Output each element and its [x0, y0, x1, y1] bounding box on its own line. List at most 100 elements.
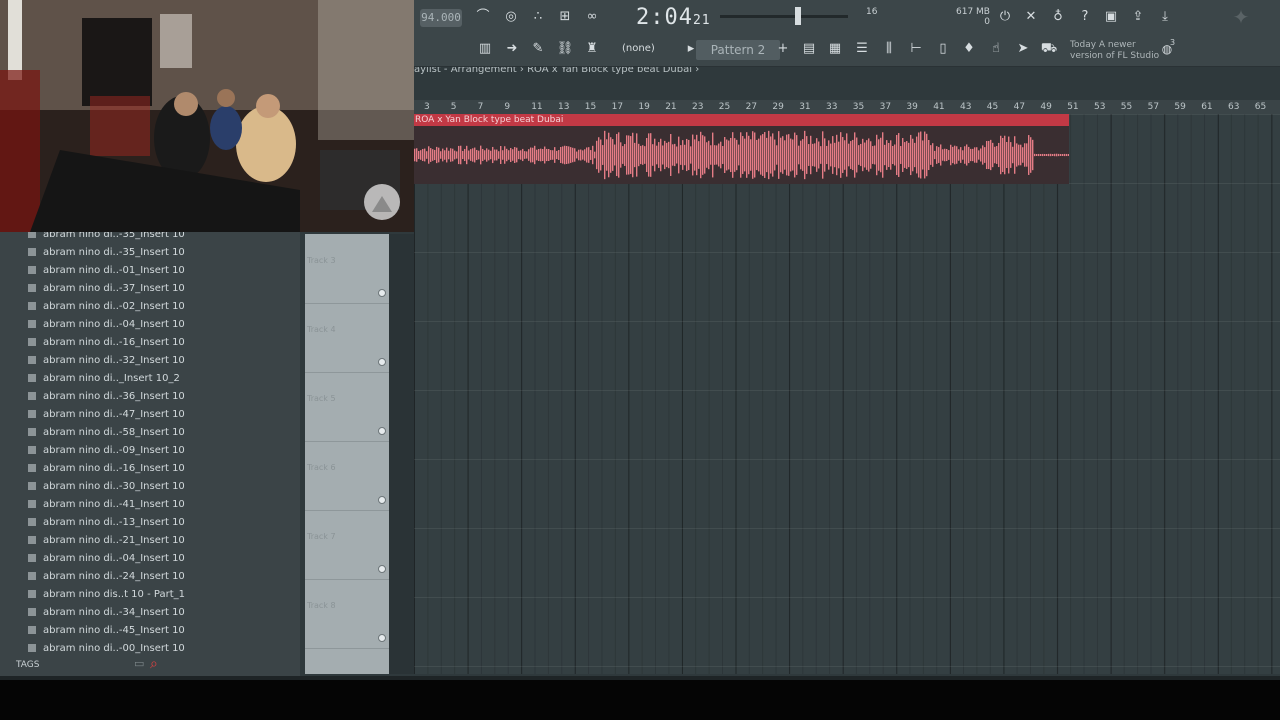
playlist-icon[interactable]: ▤	[798, 38, 820, 60]
send-icon[interactable]: ➤	[1012, 38, 1034, 60]
mixer-icon[interactable]: ☰	[851, 38, 873, 60]
browser-item-label: abram nino di..-47_Insert 10	[43, 409, 185, 420]
browser-item[interactable]: abram nino di..-00_Insert 10	[28, 640, 185, 658]
track-header[interactable]: Track 4	[305, 303, 389, 373]
download-icon[interactable]: ⤓	[1154, 6, 1176, 28]
cart-icon[interactable]: ⛟	[1038, 38, 1060, 60]
playlist-grid[interactable]	[414, 114, 1280, 674]
browser-item[interactable]: abram nino di..-24_Insert 10	[28, 568, 185, 586]
ruler-tick: 9	[504, 102, 511, 112]
track-mute-indicator[interactable]	[378, 565, 386, 573]
mixer-faders-icon[interactable]: ⫼	[878, 38, 900, 60]
search-icon[interactable]: ⌕	[150, 656, 158, 672]
browser-item[interactable]: abram nino di..-36_Insert 10	[28, 388, 185, 406]
track-header[interactable]: Track 5	[305, 372, 389, 442]
song-time[interactable]: 2:0421	[636, 5, 711, 30]
browser-item[interactable]: abram nino di..-01_Insert 10	[28, 262, 185, 280]
ruler-tick: 59	[1174, 102, 1186, 112]
audio-file-icon	[28, 428, 36, 436]
ruler-tick: 47	[1013, 102, 1026, 112]
browser-item[interactable]: abram nino di..-04_Insert 10	[28, 316, 185, 334]
draw-tool-icon[interactable]: ✎	[527, 38, 549, 60]
browser-item[interactable]: abram nino di..-41_Insert 10	[28, 496, 185, 514]
folder-icon[interactable]: ▭	[134, 657, 144, 670]
master-volume-knob[interactable]	[795, 7, 801, 25]
plugin-icon[interactable]: ♦	[958, 38, 980, 60]
browser-item[interactable]: abram nino di..-32_Insert 10	[28, 352, 185, 370]
browser-item[interactable]: abram nino di.._Insert 10_2	[28, 370, 180, 388]
help-icon[interactable]: ?	[1074, 6, 1096, 28]
browser-item[interactable]: abram nino di..-02_Insert 10	[28, 298, 185, 316]
track-mute-indicator[interactable]	[378, 427, 386, 435]
news-panel[interactable]: Today A newer version of FL Studio	[1070, 40, 1159, 62]
pattern-selector[interactable]: Pattern 2	[696, 40, 780, 60]
add-pattern-icon[interactable]: +	[772, 38, 794, 60]
browser-item-label: abram nino di..-09_Insert 10	[43, 445, 185, 456]
audio-file-icon	[28, 626, 36, 634]
touch-icon[interactable]: ☝	[985, 38, 1007, 60]
ruler-tick: 5	[450, 102, 457, 112]
export-icon[interactable]: ⇪	[1127, 6, 1149, 28]
track-header[interactable]: Track 3	[305, 234, 389, 304]
tempo-display[interactable]: 94.000	[420, 9, 462, 27]
piano-roll-icon[interactable]: ▥	[474, 38, 496, 60]
track-mute-indicator[interactable]	[378, 289, 386, 297]
track-header[interactable]: Track 6	[305, 441, 389, 511]
browser-item-label: abram nino dis..t 10 - Part_1	[43, 589, 185, 600]
browser-item[interactable]: abram nino di..-45_Insert 10	[28, 622, 185, 640]
ruler-tick: 55	[1120, 102, 1133, 112]
time-main: 2:04	[636, 5, 693, 30]
ruler-tick: 19	[638, 102, 650, 112]
browser-item[interactable]: abram nino di..-47_Insert 10	[28, 406, 185, 424]
browser-item[interactable]: abram nino di..-09_Insert 10	[28, 442, 185, 460]
audio-file-icon	[28, 608, 36, 616]
loop-record-icon[interactable]: ∞	[581, 6, 603, 28]
track-header[interactable]: Track 7	[305, 510, 389, 580]
timeline-ruler[interactable]: 3 5 7 9 11 13 15 17 19 21 23 25 27 29 31 33 35 37 39 41 43 45…	[414, 100, 1280, 114]
track-header[interactable]: Track 8	[305, 579, 389, 649]
channel-select[interactable]: (none)	[622, 43, 655, 54]
power-icon[interactable]: ⏻	[994, 6, 1016, 28]
channel-rack-icon[interactable]: ▦	[824, 38, 846, 60]
audio-file-icon	[28, 356, 36, 364]
browser-item[interactable]: abram nino di..-13_Insert 10	[28, 514, 185, 532]
main-toolbar: 94.000 ⌒ ◎ ∴ ⊞ ∞ 2:0421 16 617 MB 0 ⏻ ✕ …	[414, 0, 1280, 67]
tools-icon[interactable]: ✕	[1020, 6, 1042, 28]
audio-clip[interactable]: ROA x Yan Block type beat Dubai	[414, 114, 1069, 184]
clip-title: ROA x Yan Block type beat Dubai	[414, 114, 1069, 126]
wait-input-icon[interactable]: ◎	[500, 6, 522, 28]
save-icon[interactable]: ▣	[1100, 6, 1122, 28]
link-icon[interactable]: ⛓	[554, 38, 576, 60]
stamp-icon[interactable]: ♜	[581, 38, 603, 60]
browser-item[interactable]: abram nino di..-37_Insert 10	[28, 280, 185, 298]
news-line1: Today A newer	[1070, 40, 1136, 50]
audio-file-icon	[28, 392, 36, 400]
microphone-icon[interactable]: ♁	[1047, 6, 1069, 28]
browser-tree-icon[interactable]: ⊢	[905, 38, 927, 60]
track-mute-indicator[interactable]	[378, 358, 386, 366]
master-pitch-slider[interactable]	[720, 15, 848, 18]
browser-item[interactable]: abram nino di..-16_Insert 10	[28, 460, 185, 478]
browser-item[interactable]: abram nino di..-21_Insert 10	[28, 532, 185, 550]
audio-file-icon	[28, 518, 36, 526]
browser-item[interactable]: abram nino di..-04_Insert 10	[28, 550, 185, 568]
browser-item[interactable]: abram nino di..-35_Insert 10	[28, 244, 185, 262]
ruler-tick: 35	[852, 102, 865, 112]
ruler-tick: 25	[718, 102, 731, 112]
arrow-tool-icon[interactable]: ➜	[501, 38, 523, 60]
tags-label[interactable]: TAGS	[16, 660, 39, 670]
track-name: Track 3	[307, 256, 336, 265]
browser-item[interactable]: abram nino di..-58_Insert 10	[28, 424, 185, 442]
step-edit-icon[interactable]: ⊞	[554, 6, 576, 28]
audio-file-icon	[28, 446, 36, 454]
countdown-icon[interactable]: ∴	[527, 6, 549, 28]
metronome-icon[interactable]: ⌒	[472, 6, 494, 28]
browser-item[interactable]: abram nino di..-30_Insert 10	[28, 478, 185, 496]
browser-item[interactable]: abram nino di..-34_Insert 10	[28, 604, 185, 622]
browser-item[interactable]: abram nino di..-16_Insert 10	[28, 334, 185, 352]
audio-file-icon	[28, 590, 36, 598]
track-mute-indicator[interactable]	[378, 496, 386, 504]
track-mute-indicator[interactable]	[378, 634, 386, 642]
browser-item[interactable]: abram nino dis..t 10 - Part_1	[28, 586, 185, 604]
file-icon[interactable]: ▯	[932, 38, 954, 60]
